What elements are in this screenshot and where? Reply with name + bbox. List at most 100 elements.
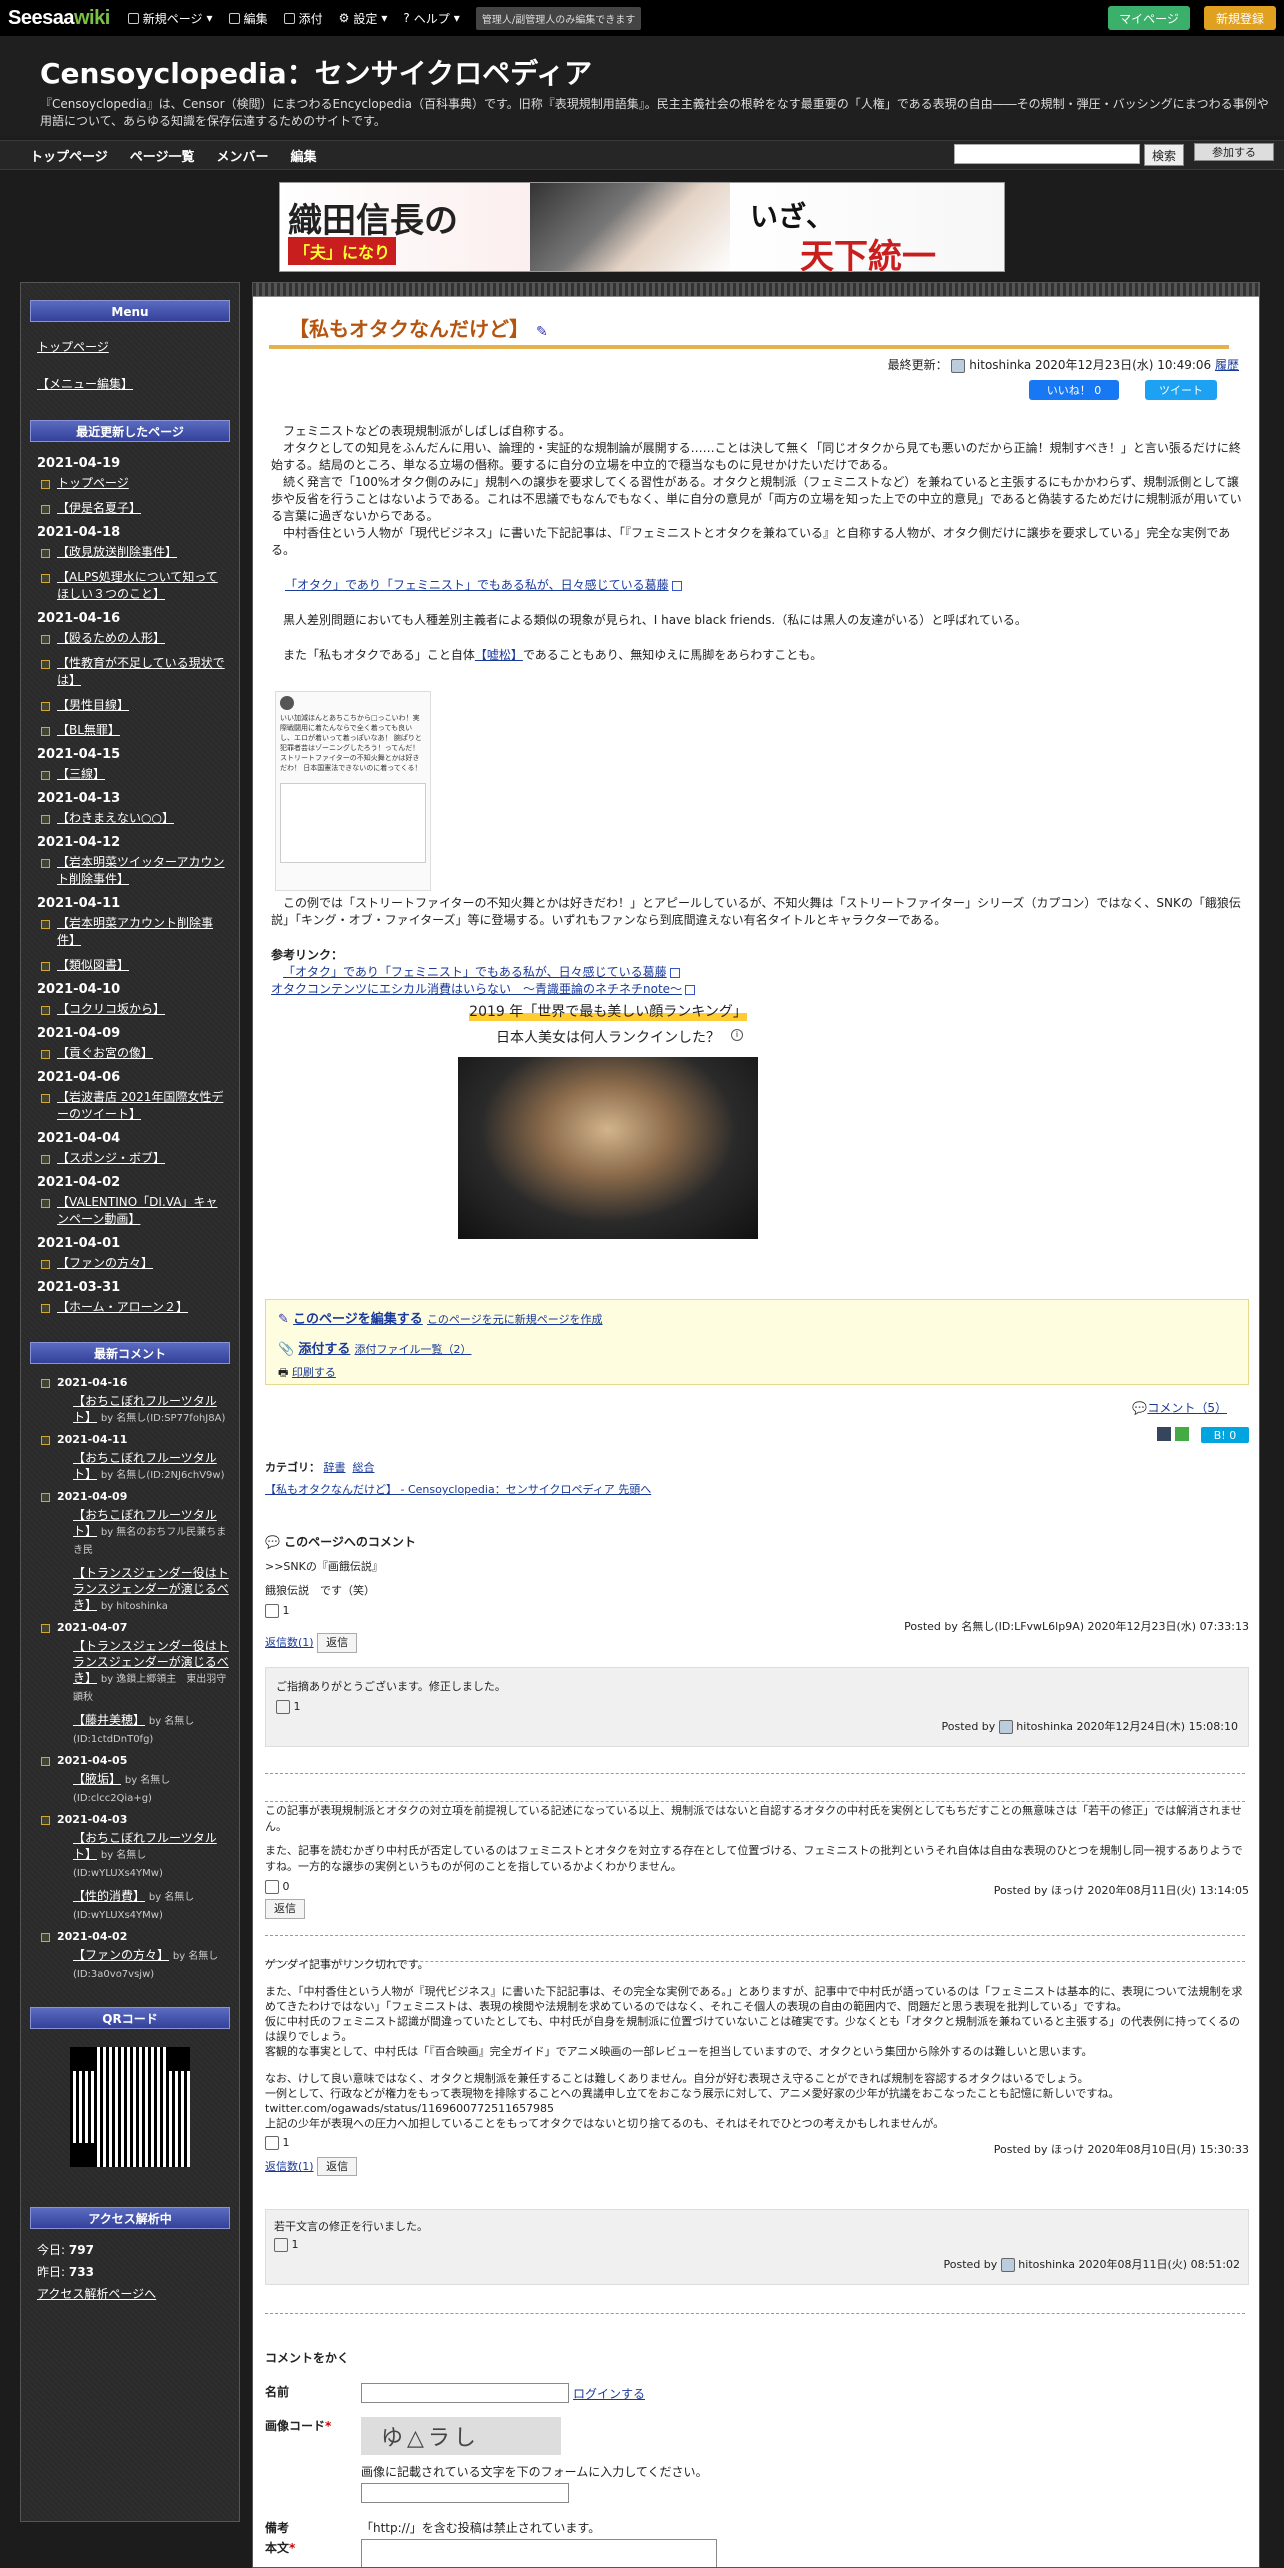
reference-link-1[interactable]: 「オタク」であり「フェミニスト」でもある私が、日々感じている葛藤 bbox=[283, 965, 667, 979]
sidebar-menu-edit[interactable]: 【メニュー編集】 bbox=[21, 375, 239, 392]
mypage-button[interactable]: マイページ bbox=[1108, 6, 1190, 30]
comment-date: 2021-04-07 bbox=[21, 1621, 239, 1634]
recent-comment-link[interactable]: 【ファンの方々】 bbox=[73, 1948, 169, 1962]
reply-count-link[interactable]: 返信数(1) bbox=[265, 2160, 314, 2173]
recent-page-link[interactable]: 【岩波書店 2021年国際女性デーのツイート】 bbox=[21, 1089, 239, 1123]
new-page-menu[interactable]: 新規ページ ▾ bbox=[127, 10, 213, 27]
comment-text: 上記の少年が表現への圧力へ加担していることをもってオタクではないと切り捨てるのも… bbox=[265, 2117, 945, 2130]
recent-page-link[interactable]: 【伊是名夏子】 bbox=[21, 500, 239, 517]
facebook-like-button[interactable]: いいね！ 0 bbox=[1029, 380, 1119, 400]
attach-menu[interactable]: 添付 bbox=[283, 10, 323, 27]
attach-link[interactable]: 添付する bbox=[298, 1342, 350, 1357]
category: カテゴリ： 辞書 総合 bbox=[265, 1461, 375, 1474]
recent-page-link[interactable]: 【岩本明菜ツイッターアカウント削除事件】 bbox=[21, 854, 239, 888]
back-to-top-link[interactable]: 【私もオタクなんだけど】 - Censoyclopedia：センサイクロペディア… bbox=[265, 1483, 651, 1496]
banner-text-1: 織田信長の bbox=[288, 201, 458, 241]
edit-page-link[interactable]: このページを編集する bbox=[293, 1312, 423, 1327]
recent-date: 2021-04-16 bbox=[37, 611, 121, 626]
recent-page-link[interactable]: トップページ bbox=[21, 475, 239, 492]
evernote-icon[interactable] bbox=[1175, 1427, 1189, 1441]
reply-button[interactable]: 返信 bbox=[317, 2157, 358, 2176]
recent-page-link[interactable]: 【ファンの方々】 bbox=[21, 1255, 239, 1272]
like-icon[interactable] bbox=[265, 2136, 279, 2150]
join-button[interactable]: 参加する bbox=[1194, 143, 1274, 161]
body-textarea[interactable] bbox=[361, 2539, 717, 2567]
hatena-bookmark-button[interactable]: B! 0 bbox=[1201, 1427, 1249, 1443]
search-input[interactable] bbox=[954, 144, 1140, 164]
ad-banner[interactable]: 織田信長の 「夫」になり いざ、 天下統一 bbox=[279, 182, 1005, 272]
comment-author: by 名無し(ID:2NJ6chV9w) bbox=[100, 1470, 225, 1481]
tumblr-icon[interactable] bbox=[1157, 1427, 1171, 1441]
comment-author: by 名無し(ID:SP77fohJ8A) bbox=[100, 1413, 226, 1424]
name-input[interactable] bbox=[361, 2383, 569, 2403]
edit-menu[interactable]: 編集 bbox=[228, 10, 268, 27]
inline-ad[interactable]: 2019 年「世界で最も美しい顔ランキング」 日本人美女は何人ランクインした？ bbox=[453, 1001, 763, 1239]
reply-button[interactable]: 返信 bbox=[265, 1899, 305, 1919]
tweet-button[interactable]: ツイート bbox=[1145, 380, 1217, 400]
recent-comment-link[interactable]: 【腋垢】 bbox=[73, 1772, 121, 1786]
recent-date: 2021-04-11 bbox=[37, 896, 121, 911]
qr-code bbox=[70, 2047, 190, 2167]
like-icon[interactable] bbox=[276, 1700, 290, 1714]
recent-page-link[interactable]: 【ホーム・アローン２】 bbox=[21, 1299, 239, 1316]
reference-link-2[interactable]: オタクコンテンツにエシカル消費はいらない ～青識亜論のネチネチnote～ bbox=[271, 982, 682, 996]
recent-date: 2021-04-15 bbox=[37, 747, 121, 762]
recent-page-link[interactable]: 【岩本明菜アカウント削除事件】 bbox=[21, 915, 239, 949]
search-button[interactable]: 検索 bbox=[1144, 144, 1184, 166]
print-link[interactable]: 印刷する bbox=[292, 1366, 336, 1379]
seesaa-wiki-logo[interactable]: Seesaawiki bbox=[8, 7, 110, 30]
recent-comment-link[interactable]: 【性的消費】 bbox=[73, 1889, 145, 1903]
nav-top[interactable]: トップページ bbox=[30, 146, 108, 165]
settings-menu[interactable]: ⚙ 設定 ▾ bbox=[339, 10, 388, 27]
recent-comment-link[interactable]: 【藤井美穂】 bbox=[73, 1713, 145, 1727]
nav-page-list[interactable]: ページ一覧 bbox=[130, 146, 195, 165]
recent-page-link[interactable]: 【殴るための人形】 bbox=[21, 630, 239, 647]
recent-page-link[interactable]: 【類似図書】 bbox=[21, 957, 239, 974]
category-general[interactable]: 総合 bbox=[353, 1461, 375, 1474]
captcha-input[interactable] bbox=[361, 2483, 569, 2503]
recent-page-link[interactable]: 【男性目線】 bbox=[21, 697, 239, 714]
recent-page-link[interactable]: 【コクリコ坂から】 bbox=[21, 1001, 239, 1018]
access-analysis-link[interactable]: アクセス解析ページへ bbox=[37, 2287, 156, 2301]
article-link[interactable]: 「オタク」であり「フェミニスト」でもある私が、日々感じている葛藤 bbox=[285, 578, 669, 592]
reply-count-link[interactable]: 返信数(1) bbox=[265, 1636, 314, 1649]
recent-page-link[interactable]: 【貢ぐお宮の像】 bbox=[21, 1045, 239, 1062]
page-title: 【私もオタクなんだけど】 ✎ bbox=[289, 317, 548, 341]
recent-page-link[interactable]: 【三線】 bbox=[21, 766, 239, 783]
like-icon[interactable] bbox=[274, 2238, 288, 2252]
sidebar-menu-top[interactable]: トップページ bbox=[21, 338, 239, 355]
recent-page-link[interactable]: 【ALPS処理水について知ってほしい３つのこと】 bbox=[21, 569, 239, 603]
nav-edit[interactable]: 編集 bbox=[291, 146, 317, 165]
recent-date: 2021-04-06 bbox=[37, 1070, 121, 1085]
attachment-list-link[interactable]: 添付ファイル一覧（2） bbox=[354, 1343, 471, 1356]
history-link[interactable]: 履歴 bbox=[1215, 358, 1239, 372]
comment-date: 2021-04-09 bbox=[21, 1490, 239, 1503]
recent-page-link[interactable]: 【BL無罪】 bbox=[21, 722, 239, 739]
register-button[interactable]: 新規登録 bbox=[1204, 6, 1276, 30]
new-from-page-link[interactable]: このページを元に新規ページを作成 bbox=[427, 1313, 603, 1326]
external-link-icon bbox=[685, 984, 696, 995]
updated-user[interactable]: hitoshinka bbox=[969, 358, 1031, 372]
nav-members[interactable]: メンバー bbox=[217, 146, 269, 165]
comment-author: Posted by ほっけ 2020年08月10日(月) 15:30:33 bbox=[993, 2143, 1249, 2156]
ad-info-icon[interactable]: i bbox=[731, 1029, 743, 1041]
access-yesterday: 昨日: 733 bbox=[37, 2265, 94, 2279]
recent-page-link[interactable]: 【性教育が不足している現状では】 bbox=[21, 655, 239, 689]
global-topbar: Seesaawiki 新規ページ ▾ 編集 添付 ⚙ 設定 ▾ ? ヘルプ ▾ 管理人/副… bbox=[0, 0, 1284, 36]
tweet-screenshot: いい加減ほんとあちこちから□っこいわ！実際戦闘用に着たんならで全く着っても良いし… bbox=[275, 691, 431, 891]
login-link[interactable]: ログインする bbox=[573, 2385, 645, 2402]
quoted-tweet bbox=[280, 783, 426, 863]
like-icon[interactable] bbox=[265, 1604, 279, 1618]
category-dictionary[interactable]: 辞書 bbox=[324, 1461, 346, 1474]
recent-page-link[interactable]: 【政見放送削除事件】 bbox=[21, 544, 239, 561]
usomatsu-link[interactable]: 【嘘松】 bbox=[475, 648, 523, 662]
help-menu[interactable]: ? ヘルプ ▾ bbox=[403, 10, 459, 27]
recent-page-link[interactable]: 【わきまえない○○】 bbox=[21, 810, 239, 827]
comment-count[interactable]: 💬コメント（5） bbox=[1132, 1399, 1227, 1416]
like-icon[interactable] bbox=[265, 1880, 279, 1894]
site-title[interactable]: Censoyclopedia：センサイクロペディア bbox=[40, 52, 592, 92]
pencil-icon[interactable]: ✎ bbox=[536, 324, 548, 340]
recent-page-link[interactable]: 【VALENTINO「DI.VA」キャンペーン動画】 bbox=[21, 1194, 239, 1228]
recent-page-link[interactable]: 【スポンジ・ボブ】 bbox=[21, 1150, 239, 1167]
reply-button[interactable]: 返信 bbox=[317, 1633, 358, 1653]
